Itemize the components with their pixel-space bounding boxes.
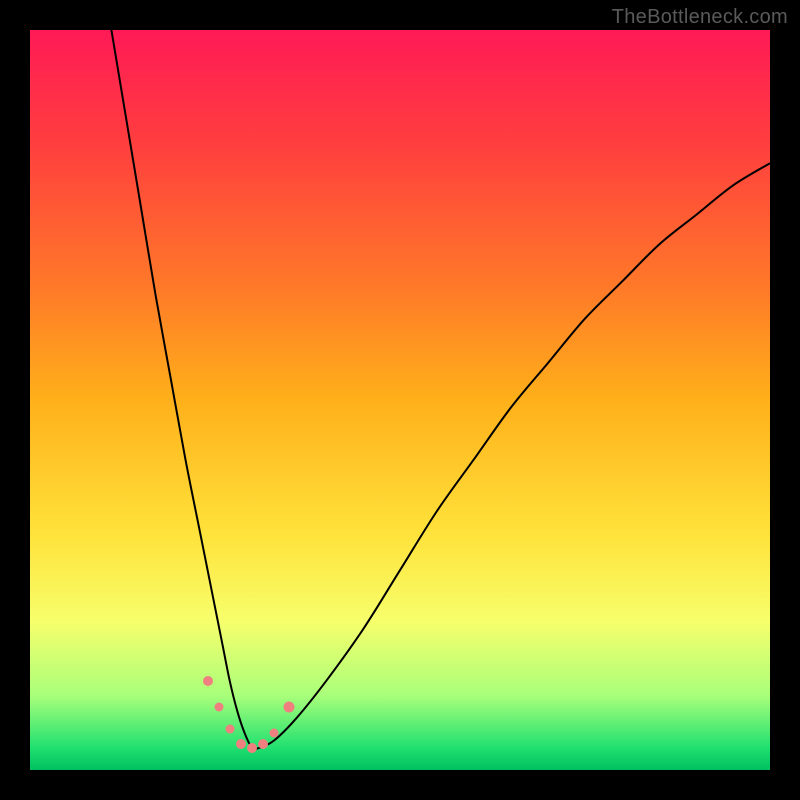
- chart-frame: TheBottleneck.com: [0, 0, 800, 800]
- curve-marker: [236, 739, 246, 749]
- bottleneck-curve: [30, 30, 770, 770]
- watermark-text: TheBottleneck.com: [612, 6, 788, 29]
- curve-marker: [214, 703, 223, 712]
- curve-marker: [225, 725, 234, 734]
- curve-marker: [284, 702, 295, 713]
- curve-marker: [270, 729, 279, 738]
- curve-marker: [258, 739, 268, 749]
- curve-marker: [203, 676, 213, 686]
- plot-area: [30, 30, 770, 770]
- curve-marker: [247, 743, 257, 753]
